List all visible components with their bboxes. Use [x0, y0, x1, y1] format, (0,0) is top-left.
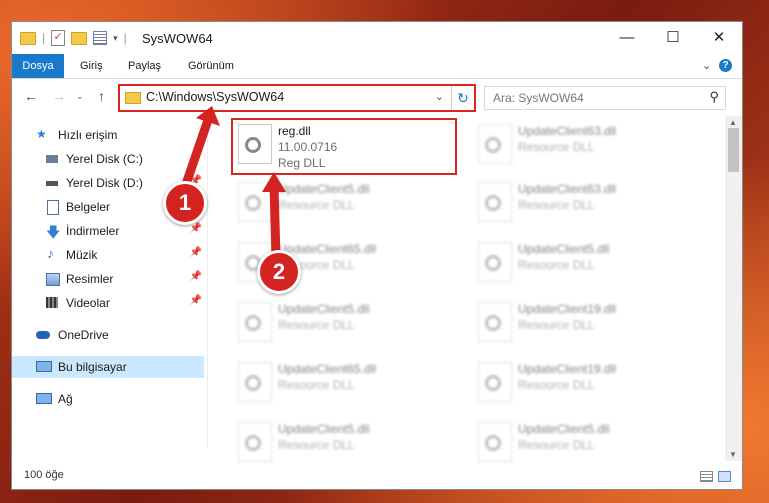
- arrow-2: [262, 172, 286, 263]
- step-badge-2: 2: [257, 250, 301, 294]
- annotation-arrows: [179, 106, 286, 263]
- step-badge-1: 1: [163, 181, 207, 225]
- arrow-1: [179, 106, 220, 195]
